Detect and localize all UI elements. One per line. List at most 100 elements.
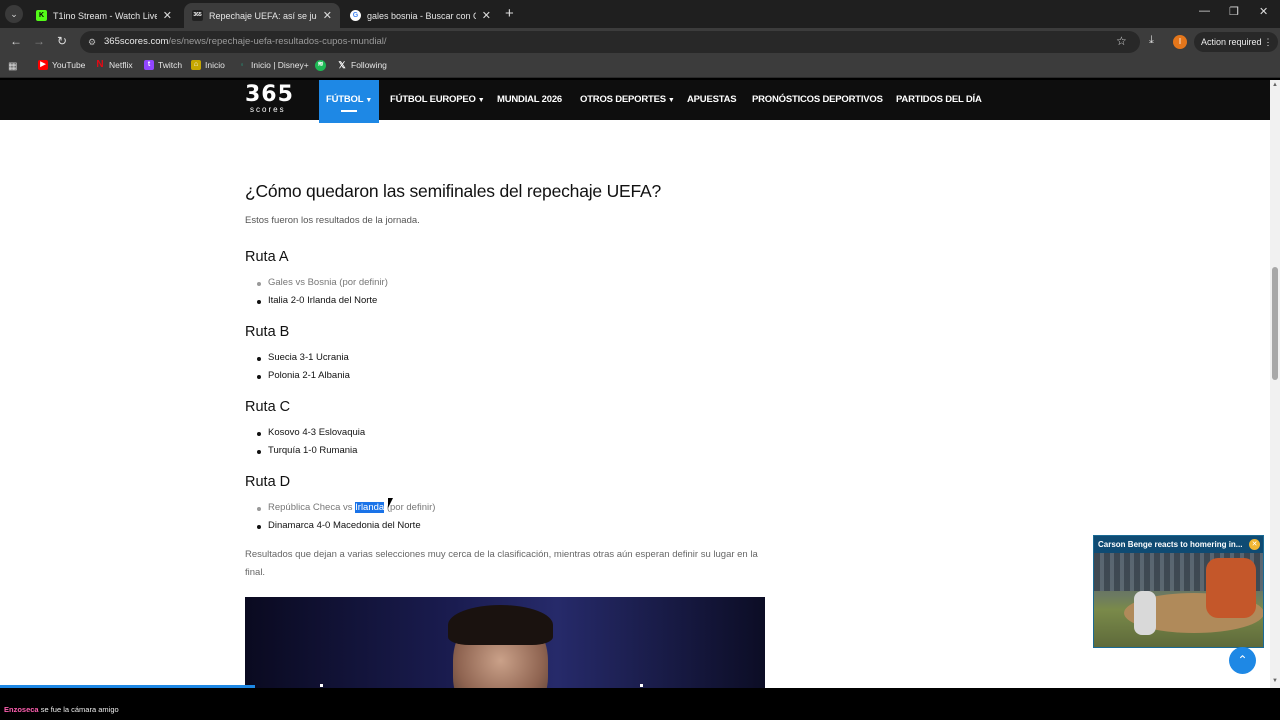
bookmark-label: Following bbox=[351, 60, 387, 70]
bookmark-netflix[interactable]: N Netflix bbox=[95, 60, 133, 71]
back-icon[interactable]: ← bbox=[10, 34, 22, 48]
video-frame[interactable] bbox=[1094, 553, 1263, 647]
progress-marker bbox=[640, 684, 643, 687]
tab-title: gales bosnia - Buscar con Goo bbox=[367, 10, 476, 21]
nav-label: OTROS DEPORTES bbox=[580, 94, 666, 105]
menu-kebab-icon[interactable]: ⋮ bbox=[1264, 32, 1273, 52]
nav-futbol[interactable]: FÚTBOL ▼ bbox=[319, 80, 380, 123]
list-item: Gales vs Bosnia (por definir) bbox=[257, 277, 388, 288]
twitch-icon: t bbox=[144, 60, 154, 70]
video-title: Carson Benge reacts to homering in... bbox=[1094, 536, 1263, 553]
close-icon[interactable]: ✕ bbox=[1249, 539, 1260, 550]
video-progress-bar[interactable] bbox=[0, 685, 255, 688]
bookmark-spotify[interactable]: ≋ bbox=[315, 60, 330, 71]
chevron-down-icon: ▼ bbox=[365, 97, 373, 104]
nav-label: FÚTBOL EUROPEO bbox=[390, 94, 476, 105]
forward-icon[interactable]: → bbox=[33, 34, 45, 48]
scrollbar-thumb[interactable] bbox=[1272, 267, 1278, 380]
list-item: Suecia 3-1 Ucrania bbox=[257, 352, 349, 363]
selected-text: Irlanda bbox=[355, 502, 385, 513]
scroll-down-icon[interactable]: ▼ bbox=[1272, 678, 1278, 684]
bookmark-inicio[interactable]: ⌂ Inicio bbox=[191, 60, 225, 70]
route-b-title: Ruta B bbox=[245, 324, 290, 340]
list-item: Italia 2-0 Irlanda del Norte bbox=[256, 295, 378, 306]
nav-otros-deportes[interactable]: OTROS DEPORTES ▼ bbox=[580, 80, 675, 120]
kick-icon: K bbox=[36, 10, 47, 21]
bookmark-disney[interactable]: ◦ Inicio | Disney+ bbox=[237, 60, 309, 70]
new-tab-button[interactable]: + bbox=[505, 5, 514, 22]
batter-graphic bbox=[1134, 591, 1156, 635]
chat-username: Enzoseca bbox=[4, 705, 39, 714]
spotify-icon: ≋ bbox=[315, 60, 326, 71]
inicio-icon: ⌂ bbox=[191, 60, 201, 70]
reload-icon[interactable]: ↻ bbox=[57, 34, 67, 48]
nav-label: PRONÓSTICOS DEPORTIVOS bbox=[752, 94, 883, 105]
mouse-cursor bbox=[388, 498, 393, 508]
player-hair bbox=[448, 605, 553, 645]
365-icon: 365 bbox=[192, 10, 203, 21]
profile-avatar[interactable]: I bbox=[1173, 35, 1187, 49]
fielder-graphic bbox=[1206, 558, 1256, 618]
site-navbar: 365 scores FÚTBOL ▼ FÚTBOL EUROPEO ▼ MUNDI… bbox=[0, 80, 1270, 123]
close-icon[interactable]: ✕ bbox=[163, 9, 172, 22]
section-heading: ¿Cómo quedaron las semifinales del repec… bbox=[245, 181, 662, 201]
nav-label: APUESTAS bbox=[687, 94, 737, 105]
stream-overlay-bar bbox=[0, 688, 1280, 720]
chat-message: Enzoseca se fue la cámara amigo bbox=[4, 705, 119, 714]
scroll-to-top-button[interactable]: ⌃ bbox=[1229, 647, 1256, 674]
tab-kick[interactable]: K T1ino Stream - Watch Live on K ✕ bbox=[28, 3, 180, 28]
nav-partidos-del-dia[interactable]: PARTIDOS DEL DÍA bbox=[896, 80, 982, 120]
route-d-title: Ruta D bbox=[245, 474, 291, 490]
tab-search-button[interactable]: ⌄ bbox=[5, 5, 23, 23]
address-bar[interactable]: ⚙ 365scores.com/es/news/repechaje-uefa-r… bbox=[80, 31, 1140, 53]
tab-title: T1ino Stream - Watch Live on K bbox=[53, 10, 157, 21]
article-image bbox=[245, 597, 765, 688]
disney-icon: ◦ bbox=[240, 60, 244, 69]
site-logo-sub[interactable]: scores bbox=[250, 105, 286, 114]
scroll-up-icon[interactable]: ▲ bbox=[1272, 82, 1278, 88]
action-required-label: Action required bbox=[1201, 37, 1262, 47]
intro-text: Estos fueron los resultados de la jornad… bbox=[245, 215, 420, 226]
bookmark-label: YouTube bbox=[52, 60, 86, 70]
list-item: Dinamarca 4-0 Macedonia del Norte bbox=[257, 520, 421, 531]
bookmark-x-following[interactable]: 𝕏 Following bbox=[337, 60, 387, 70]
bookmark-label: Twitch bbox=[158, 60, 183, 70]
tab-google[interactable]: G gales bosnia - Buscar con Goo ✕ bbox=[342, 3, 499, 28]
progress-marker bbox=[320, 684, 323, 687]
apps-grid-icon[interactable]: ▦ bbox=[8, 61, 17, 72]
route-c-title: Ruta C bbox=[245, 399, 291, 415]
nav-futbol-europeo[interactable]: FÚTBOL EUROPEO ▼ bbox=[390, 80, 485, 120]
nav-apuestas[interactable]: APUESTAS bbox=[687, 80, 737, 120]
bookmark-label: Inicio | Disney+ bbox=[251, 60, 309, 70]
minimize-icon[interactable]: — bbox=[1199, 5, 1210, 17]
google-icon: G bbox=[350, 10, 361, 21]
summary-text: Resultados que dejan a varias seleccione… bbox=[245, 549, 758, 578]
route-a-title: Ruta A bbox=[245, 249, 289, 265]
floating-video-player[interactable]: Carson Benge reacts to homering in... ✕ bbox=[1093, 535, 1264, 648]
nav-pronosticos[interactable]: PRONÓSTICOS DEPORTIVOS bbox=[752, 80, 883, 120]
page-scrollbar[interactable]: ▲ ▼ bbox=[1270, 80, 1280, 688]
restore-icon[interactable]: ❐ bbox=[1229, 5, 1239, 18]
tab-365scores[interactable]: 365 Repechaje UEFA: así se jugarán ✕ bbox=[184, 3, 340, 28]
action-required-button[interactable]: Action required ⋮ bbox=[1194, 32, 1278, 52]
close-window-icon[interactable]: ✕ bbox=[1259, 5, 1268, 18]
x-icon: 𝕏 bbox=[338, 60, 346, 70]
nav-mundial-2026[interactable]: MUNDIAL 2026 bbox=[497, 80, 562, 120]
download-icon[interactable]: ⤓ bbox=[1149, 34, 1154, 47]
close-icon[interactable]: ✕ bbox=[323, 9, 332, 22]
bookmark-twitch[interactable]: t Twitch bbox=[144, 60, 182, 70]
chevron-down-icon: ▼ bbox=[477, 97, 485, 104]
site-info-icon[interactable]: ⚙ bbox=[88, 31, 96, 53]
url-host: 365scores.com bbox=[104, 36, 169, 47]
chevron-up-icon: ⌃ bbox=[1237, 653, 1248, 667]
site-logo[interactable]: 365 bbox=[245, 84, 294, 106]
bookmark-label: Inicio bbox=[205, 60, 225, 70]
youtube-icon: ▶ bbox=[38, 60, 48, 70]
bookmark-star-icon[interactable]: ☆ bbox=[1116, 34, 1127, 48]
close-icon[interactable]: ✕ bbox=[482, 9, 491, 22]
tab-strip: ⌄ K T1ino Stream - Watch Live on K ✕ 365… bbox=[0, 0, 1280, 28]
chevron-down-icon: ▼ bbox=[667, 97, 675, 104]
bookmark-youtube[interactable]: ▶ YouTube bbox=[38, 60, 85, 70]
bookmark-label: Netflix bbox=[109, 60, 133, 70]
browser-toolbar: ← → ↻ ⚙ 365scores.com/es/news/repechaje-… bbox=[0, 28, 1280, 56]
